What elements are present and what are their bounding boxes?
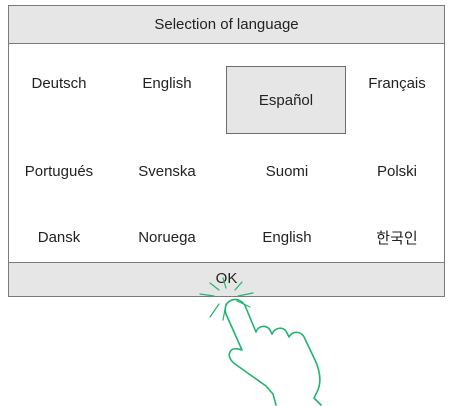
language-option-francais[interactable]: Français xyxy=(349,50,445,116)
language-option-noruega[interactable]: Noruega xyxy=(119,204,215,270)
language-option-espanol[interactable]: Español xyxy=(226,66,346,134)
language-option-svenska[interactable]: Svenska xyxy=(119,138,215,204)
dialog-title-text: Selection of language xyxy=(154,16,299,33)
language-option-deutsch[interactable]: Deutsch xyxy=(11,50,107,116)
language-option-portugues[interactable]: Portugués xyxy=(11,138,107,204)
dialog-title: Selection of language xyxy=(9,6,444,44)
language-option-polski[interactable]: Polski xyxy=(349,138,445,204)
language-grid: Deutsch English Español Français Portugu… xyxy=(9,44,444,264)
hand-icon xyxy=(224,298,322,406)
language-option-dansk[interactable]: Dansk xyxy=(11,204,107,270)
tap-hand-icon xyxy=(199,277,322,406)
language-option-suomi[interactable]: Suomi xyxy=(239,138,335,204)
language-option-korean[interactable]: 한국인 xyxy=(349,204,445,270)
language-option-english[interactable]: English xyxy=(119,50,215,116)
language-option-english-2[interactable]: English xyxy=(239,204,335,270)
language-selection-dialog: Selection of language Deutsch English Es… xyxy=(8,5,445,297)
